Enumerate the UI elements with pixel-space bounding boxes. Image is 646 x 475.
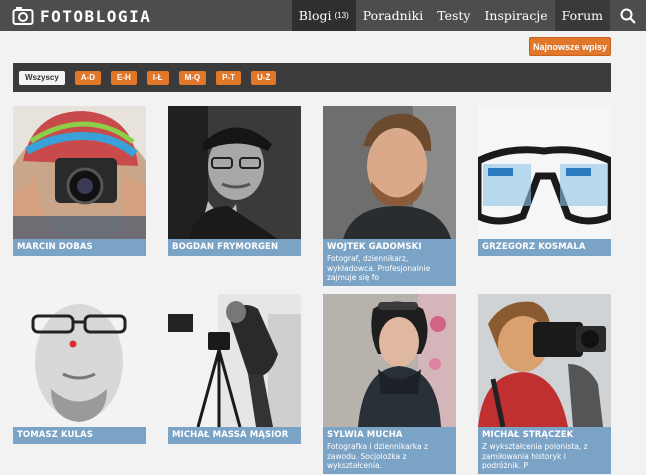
blogger-name: MICHAŁ STRĄCZEK — [482, 430, 574, 440]
blogger-name: SYLWIA MUCHA — [327, 430, 403, 440]
nav-blogi-label: Blogi — [298, 8, 332, 23]
filter-u-z[interactable]: U-Ż — [251, 70, 277, 85]
blogger-card[interactable]: MICHAŁ STRĄCZEK Z wykształcenia polonist… — [478, 294, 611, 474]
logo-text: FOTOBLOGIA — [40, 6, 152, 26]
nav-forum[interactable]: Forum — [554, 0, 610, 31]
blogger-card[interactable]: TOMASZ KULAS — [13, 294, 146, 444]
blogger-photo-wojtek-gadomski — [323, 106, 456, 239]
blogger-description: Z wykształcenia polonista, z zamiłowania… — [482, 442, 588, 470]
filter-i-l[interactable]: I-Ł — [146, 70, 169, 85]
blogger-card[interactable]: MARCIN DOBAS — [13, 106, 146, 256]
blogger-caption: MICHAŁ STRĄCZEK Z wykształcenia polonist… — [478, 427, 611, 474]
blogger-card[interactable]: MICHAŁ MASSA MĄSIOR — [168, 294, 301, 444]
blogger-name: BOGDAN FRYMORGEN — [172, 242, 279, 252]
blogger-card[interactable]: BOGDAN FRYMORGEN — [168, 106, 301, 256]
filter-all[interactable]: Wszyscy — [19, 70, 65, 85]
blogger-photo-grzegorz-kosmala — [478, 106, 611, 239]
blogger-description: Fotograf, dziennikarz, wykładowca. Profe… — [327, 254, 431, 282]
nav-poradniki[interactable]: Poradniki — [356, 0, 430, 31]
blogger-caption: WOJTEK GADOMSKI Fotograf, dziennikarz, w… — [323, 239, 456, 286]
blogger-photo-tomasz-kulas — [13, 294, 146, 427]
main-nav: Blogi (13) Poradniki Testy Inspiracje Fo… — [291, 0, 646, 31]
blogger-caption: BOGDAN FRYMORGEN — [168, 239, 301, 256]
blogger-card[interactable]: WOJTEK GADOMSKI Fotograf, dziennikarz, w… — [323, 106, 456, 286]
blogger-photo-michal-massa-masior — [168, 294, 301, 427]
blogger-photo-sylwia-mucha — [323, 294, 456, 427]
blogger-card[interactable]: GRZEGORZ KOSMALA — [478, 106, 611, 256]
blogger-photo-michal-straczek — [478, 294, 611, 427]
search-icon — [620, 8, 636, 24]
filter-e-h[interactable]: E-H — [111, 70, 137, 85]
camera-logo-icon — [12, 7, 34, 25]
blogger-caption: MICHAŁ MASSA MĄSIOR — [168, 427, 301, 444]
search-button[interactable] — [610, 0, 646, 31]
filter-m-q[interactable]: M-Q — [178, 70, 207, 85]
filter-a-d[interactable]: A-D — [74, 70, 102, 85]
blogger-photo-marcin-dobas — [13, 106, 146, 239]
blogger-name: TOMASZ KULAS — [17, 430, 93, 440]
blogger-caption: GRZEGORZ KOSMALA — [478, 239, 611, 256]
newest-posts-button[interactable]: Najnowsze wpisy — [529, 37, 611, 56]
alphabet-filter-bar: Wszyscy A-D E-H I-Ł M-Q P-T U-Ż — [13, 63, 611, 92]
logo[interactable]: FOTOBLOGIA — [12, 5, 151, 27]
blogger-name: WOJTEK GADOMSKI — [327, 242, 422, 252]
top-navigation-bar: FOTOBLOGIA Blogi (13) Poradniki Testy In… — [0, 0, 646, 31]
nav-testy[interactable]: Testy — [430, 0, 477, 31]
nav-inspiracje[interactable]: Inspiracje — [477, 0, 554, 31]
blogger-description: Fotografka i dziennikarka z zawodu. Socj… — [327, 442, 428, 470]
blogger-caption: SYLWIA MUCHA Fotografka i dziennikarka z… — [323, 427, 456, 474]
nav-blogi[interactable]: Blogi (13) — [291, 0, 356, 31]
filter-p-t[interactable]: P-T — [216, 70, 242, 85]
blogger-card[interactable]: SYLWIA MUCHA Fotografka i dziennikarka z… — [323, 294, 456, 474]
blogger-caption: TOMASZ KULAS — [13, 427, 146, 444]
blogger-name: MICHAŁ MASSA MĄSIOR — [172, 430, 289, 440]
blogger-caption: MARCIN DOBAS — [13, 239, 146, 256]
blogger-name: MARCIN DOBAS — [17, 242, 93, 252]
blogger-photo-bogdan-frymorgen — [168, 106, 301, 239]
blogger-name: GRZEGORZ KOSMALA — [482, 242, 586, 252]
nav-blogi-count: (13) — [334, 11, 349, 20]
